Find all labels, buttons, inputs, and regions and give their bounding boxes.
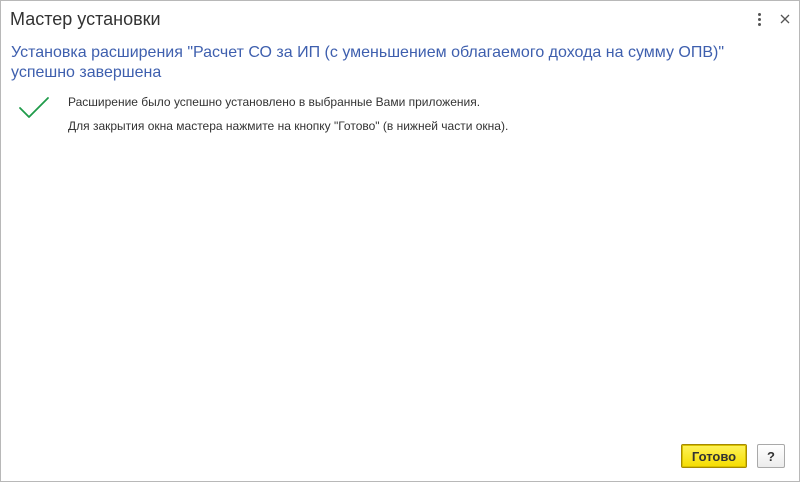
help-button[interactable]: ? [757,444,785,468]
more-actions-button[interactable] [749,9,769,29]
page-heading: Установка расширения "Расчет СО за ИП (с… [11,44,725,81]
title-bar: Мастер установки [1,1,799,37]
checkmark-icon [19,97,49,118]
kebab-menu-icon [757,12,761,26]
close-icon [780,14,790,24]
done-button[interactable]: Готово [681,444,747,468]
close-button[interactable] [775,9,795,29]
installation-wizard-window: Мастер установки Установка расширения "Р… [0,0,800,482]
installed-message: Расширение было успешно установлено в вы… [68,95,481,109]
window-title: Мастер установки [10,9,161,29]
close-hint-message: Для закрытия окна мастера нажмите на кно… [68,119,509,133]
